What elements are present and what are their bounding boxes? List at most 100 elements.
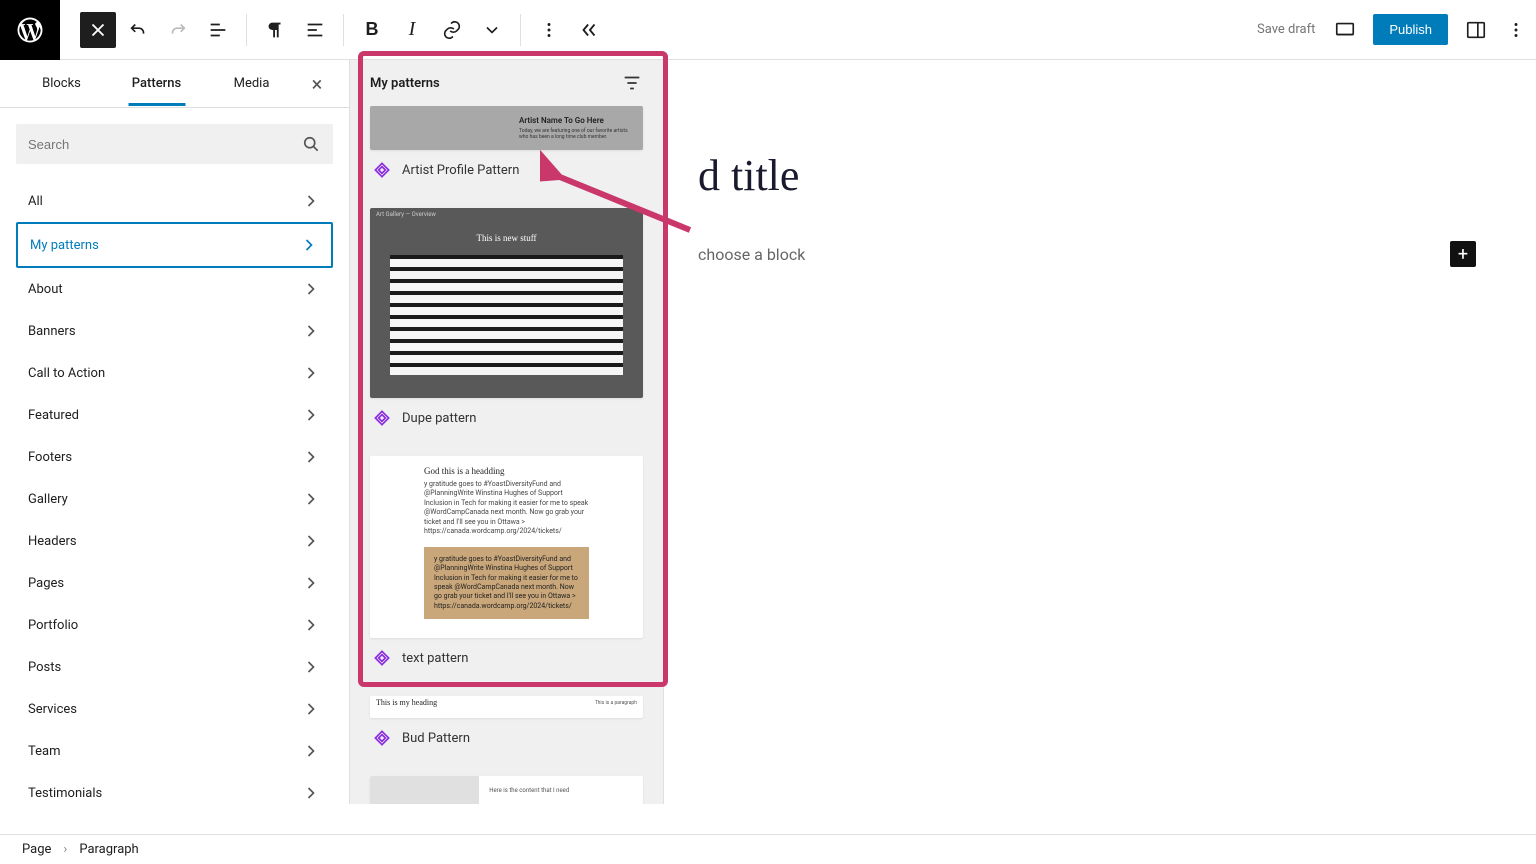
pattern-group-bk[interactable]: Here is the content that I need Group Pa… [370,776,643,804]
chevron-right-icon [301,363,321,383]
italic-button[interactable]: I [394,12,430,48]
add-block-button[interactable]: + [1450,241,1476,267]
category-featured[interactable]: Featured [0,394,349,436]
synced-pattern-icon [372,160,392,180]
block-placeholder[interactable]: choose a block [698,245,805,264]
inserter-panel: Blocks Patterns Media × All My patterns … [0,60,350,804]
search-icon [301,134,321,154]
chevron-right-icon [301,447,321,467]
more-options-button[interactable] [1498,12,1534,48]
publish-button[interactable]: Publish [1373,14,1448,45]
close-inserter-button[interactable] [80,12,116,48]
tab-patterns[interactable]: Patterns [109,62,204,105]
pattern-thumbnail: This is my heading This is a paragraph [370,696,643,718]
synced-pattern-icon [372,408,392,428]
category-services[interactable]: Services [0,688,349,730]
thumb-text: Here is the content that I need [479,787,643,794]
close-icon[interactable]: × [299,72,335,96]
thumb-sub: This is a paragraph [595,698,637,706]
category-label: Portfolio [28,618,78,633]
category-label: My patterns [30,238,99,253]
chevron-right-icon [301,573,321,593]
category-label: Posts [28,660,61,675]
thumb-heading: This is my heading [376,698,437,707]
thumb-heading: God this is a headding [424,466,589,476]
link-button[interactable] [434,12,470,48]
breadcrumb: Page › Paragraph [0,834,1536,864]
category-label: Call to Action [28,366,105,381]
category-posts[interactable]: Posts [0,646,349,688]
breadcrumb-root[interactable]: Page [22,842,51,857]
category-label: Banners [28,324,76,339]
category-team[interactable]: Team [0,730,349,772]
undo-button[interactable] [120,12,156,48]
document-overview-button[interactable] [200,12,236,48]
toolbar-separator [520,14,521,46]
category-label: Testimonials [28,786,102,801]
pattern-label: Bud Pattern [402,731,470,746]
pattern-thumbnail: Art Gallery — Overview This is new stuff [370,208,643,398]
pattern-thumbnail: Here is the content that I need [370,776,643,804]
chevron-right-icon [301,489,321,509]
view-button[interactable] [1327,12,1363,48]
search-input[interactable] [28,137,293,152]
pattern-text[interactable]: God this is a headding y gratitude goes … [370,456,643,678]
settings-sidebar-button[interactable] [1458,12,1494,48]
editor-canvas[interactable]: d title choose a block + [664,60,1536,804]
breadcrumb-current[interactable]: Paragraph [79,842,138,857]
chevron-right-icon [301,699,321,719]
filter-icon[interactable] [621,72,643,94]
category-pages[interactable]: Pages [0,562,349,604]
more-rich-text-button[interactable] [474,12,510,48]
category-banners[interactable]: Banners [0,310,349,352]
wordpress-logo[interactable] [0,0,60,60]
chevron-right-icon [299,235,319,255]
category-my-patterns[interactable]: My patterns [16,222,333,268]
search-input-wrap [16,124,333,164]
category-testimonials[interactable]: Testimonials [0,772,349,804]
chevron-right-icon [301,783,321,803]
category-about[interactable]: About [0,268,349,310]
redo-button[interactable] [160,12,196,48]
category-cta[interactable]: Call to Action [0,352,349,394]
thumb-nav: Art Gallery — Overview [370,208,643,221]
chevron-right-icon [301,405,321,425]
chevron-right-icon [301,657,321,677]
pattern-label: Artist Profile Pattern [402,163,519,178]
bold-button[interactable]: B [354,12,390,48]
chevron-right-icon [301,531,321,551]
inserter-tabs: Blocks Patterns Media × [0,60,349,108]
chevron-right-icon [301,191,321,211]
category-label: About [28,282,63,297]
patterns-list: Artist Name To Go Here Today, we are fea… [350,106,663,804]
synced-pattern-icon [372,648,392,668]
toolbar-separator [246,14,247,46]
paragraph-icon[interactable] [257,12,293,48]
align-icon[interactable] [297,12,333,48]
tab-media[interactable]: Media [204,62,299,105]
thumb-image [390,255,623,375]
post-title-placeholder[interactable]: d title [698,150,1476,201]
category-label: Headers [28,534,77,549]
category-label: Pages [28,576,64,591]
thumb-image [370,776,479,804]
chevron-right-icon [301,321,321,341]
options-button[interactable] [531,12,567,48]
category-footers[interactable]: Footers [0,436,349,478]
save-draft-button[interactable]: Save draft [1247,22,1325,37]
thumb-callout: y gratitude goes to #YoastDiversityFund … [424,547,589,620]
category-all[interactable]: All [0,180,349,222]
chevron-right-icon [301,741,321,761]
thumb-paragraph: y gratitude goes to #YoastDiversityFund … [424,480,589,537]
category-portfolio[interactable]: Portfolio [0,604,349,646]
category-headers[interactable]: Headers [0,520,349,562]
collapse-toolbar-button[interactable] [571,12,607,48]
tab-blocks[interactable]: Blocks [14,62,109,105]
pattern-label: text pattern [402,651,468,666]
pattern-artist-profile[interactable]: Artist Name To Go Here Today, we are fea… [370,106,643,190]
category-label: Team [28,744,61,759]
pattern-thumbnail: God this is a headding y gratitude goes … [370,456,643,638]
pattern-bud[interactable]: This is my heading This is a paragraph B… [370,696,643,758]
category-gallery[interactable]: Gallery [0,478,349,520]
pattern-dupe[interactable]: Art Gallery — Overview This is new stuff… [370,208,643,438]
